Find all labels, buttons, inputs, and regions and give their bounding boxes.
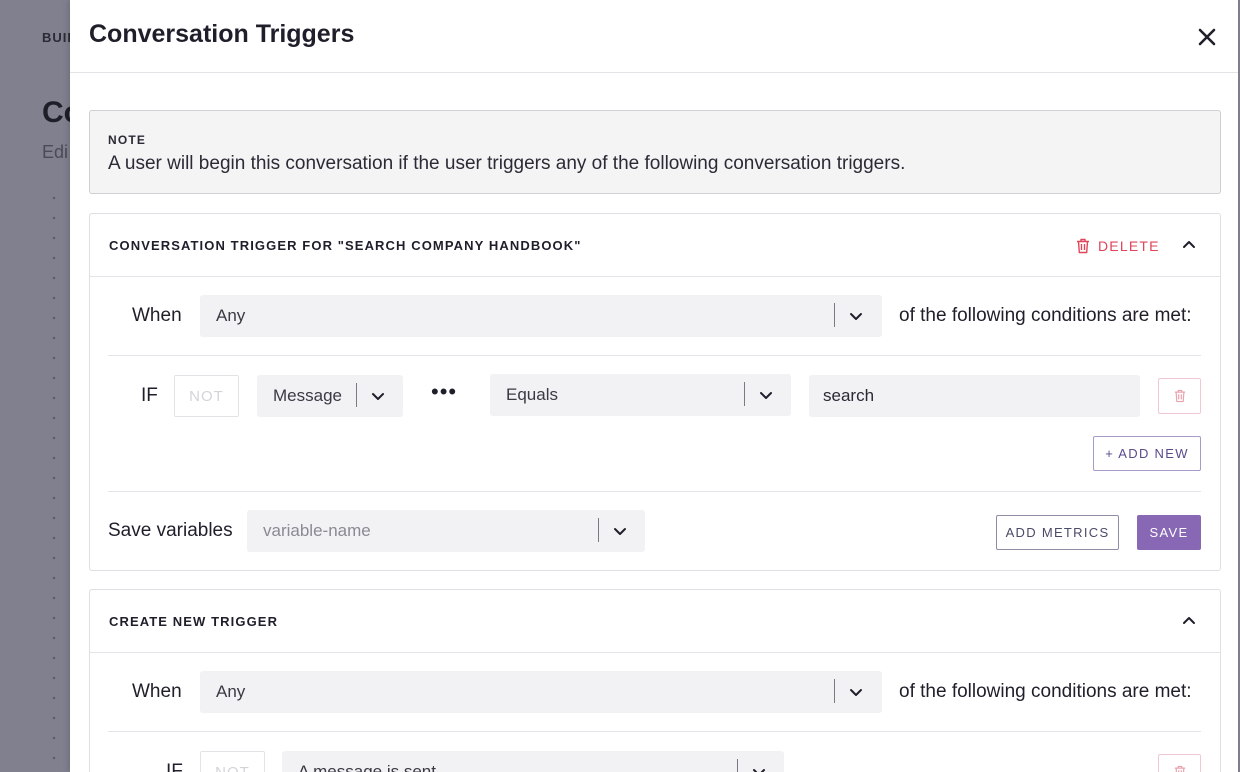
trash-icon [1174,389,1185,403]
when-suffix: of the following conditions are met: [899,305,1192,326]
select-divider [744,382,745,406]
divider [108,491,1201,492]
when-select[interactable]: Any [200,295,882,337]
select-divider [834,303,835,327]
new-trigger-card-header: CREATE NEW TRIGGER [90,590,1220,653]
close-icon[interactable] [1192,22,1222,52]
when-label: When [132,681,182,702]
trigger-title: CONVERSATION TRIGGER FOR "SEARCH COMPANY… [109,238,582,253]
background-subtitle: Edi [42,142,69,162]
modal-title: Conversation Triggers [89,20,355,48]
condition-field-value: Message [273,386,342,405]
not-toggle-button[interactable]: NOT [200,751,265,772]
save-button[interactable]: SAVE [1137,515,1201,550]
delete-condition-button[interactable] [1158,378,1201,414]
chevron-down-icon [753,769,765,772]
save-variables-select[interactable]: variable-name [247,510,645,552]
when-suffix: of the following conditions are met: [899,681,1192,702]
condition-value-input[interactable] [809,375,1140,417]
delete-condition-button[interactable] [1158,754,1201,772]
when-label: When [132,305,182,326]
if-label: IF [166,761,183,772]
trigger-card: CONVERSATION TRIGGER FOR "SEARCH COMPANY… [89,213,1221,571]
delete-label: DELETE [1098,238,1160,254]
save-variables-label: Save variables [108,520,233,541]
chevron-down-icon [760,392,772,399]
note-text: A user will begin this conversation if t… [108,153,906,174]
when-select-value: Any [216,682,246,701]
new-trigger-card: CREATE NEW TRIGGER When Any of the follo… [89,589,1221,772]
trash-icon [1077,238,1089,254]
select-divider [834,679,835,703]
condition-operator-select[interactable]: Equals [490,374,791,416]
save-variables-placeholder: variable-name [263,521,371,540]
add-new-condition-button[interactable]: + ADD NEW [1093,436,1201,471]
more-options-icon[interactable]: ••• [431,379,457,405]
divider [108,731,1201,732]
trigger-card-header: CONVERSATION TRIGGER FOR "SEARCH COMPANY… [90,214,1220,277]
when-select[interactable]: Any [200,671,882,713]
select-divider [598,518,599,542]
chevron-up-icon[interactable] [1180,236,1198,254]
condition-field-select[interactable]: A message is sent [282,751,784,772]
condition-field-value: A message is sent [298,762,436,772]
condition-operator-value: Equals [506,385,558,404]
if-label: IF [141,385,158,406]
chevron-down-icon [614,528,626,535]
note-label: NOTE [108,133,147,147]
not-toggle-button[interactable]: NOT [174,375,239,417]
select-divider [356,383,357,407]
new-trigger-title: CREATE NEW TRIGGER [109,614,279,629]
condition-field-select[interactable]: Message [257,375,403,417]
when-select-value: Any [216,306,246,325]
modal-header: Conversation Triggers [70,0,1238,73]
add-metrics-button[interactable]: ADD METRICS [996,515,1119,550]
chevron-down-icon [850,689,862,696]
chevron-up-icon[interactable] [1180,612,1198,630]
select-divider [737,759,738,772]
trash-icon [1174,765,1185,772]
background-dot-grid [44,188,64,768]
note-box: NOTE A user will begin this conversation… [89,110,1221,194]
chevron-down-icon [372,393,384,400]
divider [108,355,1201,356]
delete-trigger-button[interactable]: DELETE [1076,236,1160,256]
conversation-triggers-modal: Conversation Triggers NOTE A user will b… [70,0,1238,772]
background-breadcrumb: BUII [42,30,72,45]
chevron-down-icon [850,313,862,320]
